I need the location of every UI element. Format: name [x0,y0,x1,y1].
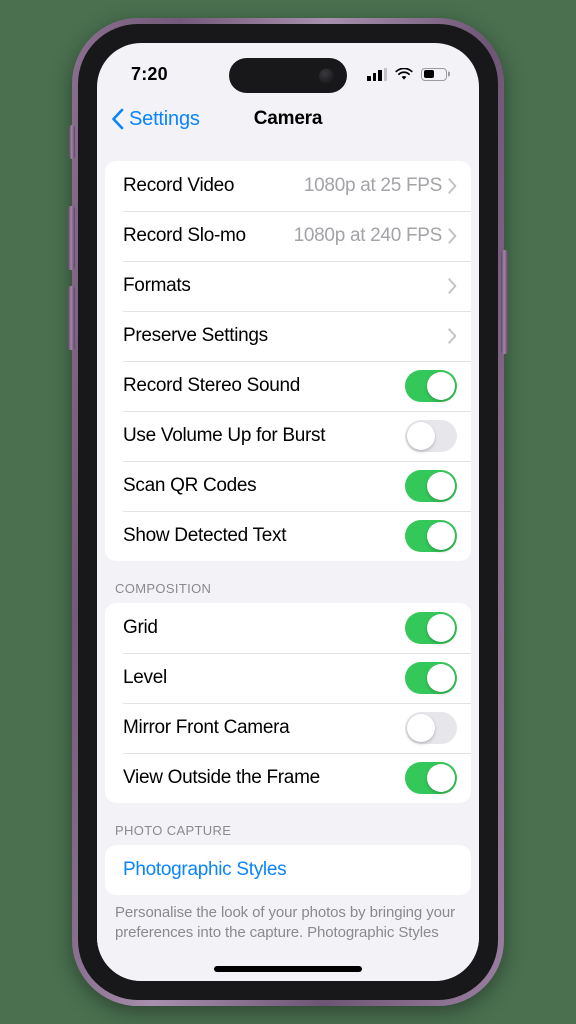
section-footer-note: Personalise the look of your photos by b… [115,904,456,942]
row-value: 1080p at 240 FPS [293,225,443,246]
row-accessory [405,420,457,452]
settings-row-photographic-styles[interactable]: Photographic Styles [105,845,471,895]
toggle-knob [427,372,455,400]
toggle-view-outside-the-frame[interactable] [405,762,457,794]
chevron-right-icon [448,328,457,344]
row-label: Level [123,667,167,688]
navigation-bar: Settings Camera [97,95,479,143]
row-accessory: 1080p at 25 FPS [304,175,457,197]
row-label: Show Detected Text [123,525,287,546]
device-bezel: 7:20 Settings Camera Record Video 1080p … [78,24,498,1000]
row-accessory: 1080p at 240 FPS [294,225,457,247]
row-label: Record Video [123,175,235,196]
row-label: Photographic Styles [123,859,287,880]
battery-icon [421,67,447,81]
settings-row-use-volume-up-for-burst[interactable]: Use Volume Up for Burst [105,411,471,461]
settings-row-level[interactable]: Level [105,653,471,703]
toggle-grid[interactable] [405,612,457,644]
volume-down-button[interactable] [68,286,75,350]
settings-row-view-outside-the-frame[interactable]: View Outside the Frame [105,753,471,803]
toggle-mirror-front-camera[interactable] [405,712,457,744]
back-button-label: Settings [129,107,200,130]
cellular-signal-icon [367,67,387,81]
settings-row-record-stereo-sound[interactable]: Record Stereo Sound [105,361,471,411]
toggle-knob [427,614,455,642]
battery-level-fill [423,70,435,78]
row-value: 1080p at 25 FPS [303,175,442,196]
section-header: PHOTO CAPTURE [115,823,232,838]
row-label: View Outside the Frame [123,767,320,788]
row-accessory [405,712,457,744]
row-accessory [448,328,457,344]
status-bar-time: 7:20 [131,63,168,84]
chevron-right-icon [448,278,457,294]
settings-row-scan-qr-codes[interactable]: Scan QR Codes [105,461,471,511]
toggle-use-volume-up-for-burst[interactable] [405,420,457,452]
toggle-knob [427,664,455,692]
wifi-icon [395,67,413,80]
power-button[interactable] [501,250,508,354]
settings-row-record-slo-mo[interactable]: Record Slo-mo 1080p at 240 FPS [105,211,471,261]
row-accessory [405,470,457,502]
row-accessory [448,278,457,294]
settings-group: Photographic Styles [105,845,471,895]
dynamic-island[interactable] [229,58,347,93]
section-header: COMPOSITION [115,581,212,596]
row-accessory [405,370,457,402]
toggle-knob [407,714,435,742]
chevron-left-icon [112,108,124,130]
settings-row-formats[interactable]: Formats [105,261,471,311]
settings-group: Grid Level Mirror Front Camera View Outside… [105,603,471,803]
volume-up-button[interactable] [68,206,75,270]
row-label: Formats [123,275,191,296]
back-button[interactable]: Settings [111,108,200,131]
row-accessory [405,520,457,552]
settings-row-preserve-settings[interactable]: Preserve Settings [105,311,471,361]
toggle-record-stereo-sound[interactable] [405,370,457,402]
toggle-show-detected-text[interactable] [405,520,457,552]
row-label: Preserve Settings [123,325,268,346]
row-label: Scan QR Codes [123,475,257,496]
toggle-knob [407,422,435,450]
settings-row-record-video[interactable]: Record Video 1080p at 25 FPS [105,161,471,211]
toggle-knob [427,522,455,550]
status-bar-icons [367,67,447,81]
row-label: Record Slo-mo [123,225,246,246]
toggle-scan-qr-codes[interactable] [405,470,457,502]
row-accessory [405,762,457,794]
toggle-knob [427,764,455,792]
row-accessory [405,662,457,694]
silent-switch[interactable] [69,125,75,159]
settings-list[interactable]: Record Video 1080p at 25 FPS Record Slo-mo… [97,143,479,981]
toggle-level[interactable] [405,662,457,694]
row-label: Mirror Front Camera [123,717,290,738]
settings-row-mirror-front-camera[interactable]: Mirror Front Camera [105,703,471,753]
row-accessory [405,612,457,644]
device-frame: 7:20 Settings Camera Record Video 1080p … [68,18,508,1006]
chevron-right-icon [448,178,457,194]
device-screen: 7:20 Settings Camera Record Video 1080p … [97,43,479,981]
toggle-knob [427,472,455,500]
row-label: Grid [123,617,158,638]
row-label: Use Volume Up for Burst [123,425,326,446]
front-camera-lens-icon [319,68,334,83]
chevron-right-icon [448,228,457,244]
home-indicator[interactable] [214,966,362,972]
row-label: Record Stereo Sound [123,375,301,396]
settings-row-show-detected-text[interactable]: Show Detected Text [105,511,471,561]
settings-group: Record Video 1080p at 25 FPS Record Slo-mo… [105,161,471,561]
settings-row-grid[interactable]: Grid [105,603,471,653]
